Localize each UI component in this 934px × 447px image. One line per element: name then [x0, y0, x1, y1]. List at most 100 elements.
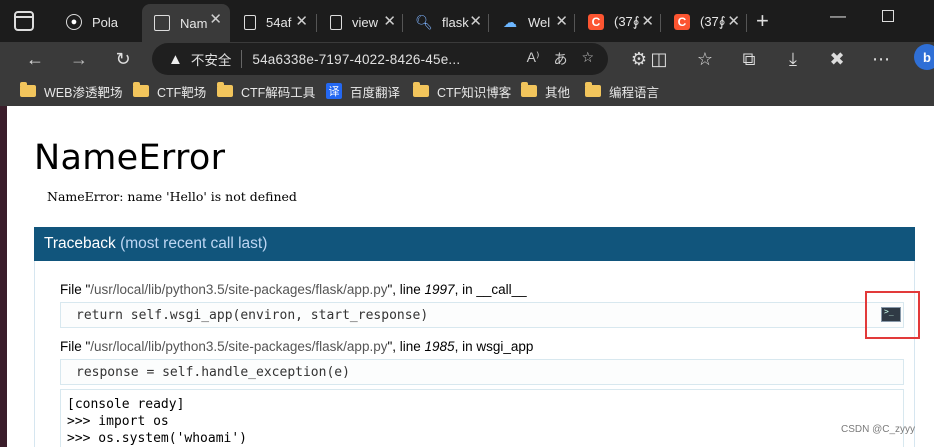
read-aloud-icon[interactable]: A⁾	[527, 49, 540, 69]
tab-0[interactable]: ● Pola	[54, 6, 140, 38]
close-icon[interactable]: ✕	[641, 12, 654, 30]
close-icon[interactable]: ✕	[295, 12, 308, 30]
forward-arrow-icon[interactable]: →	[66, 46, 92, 72]
more-menu-icon[interactable]: ⋯	[868, 46, 894, 72]
watermark: CSDN @C_zyyy	[841, 424, 916, 435]
tab-separator	[660, 14, 661, 32]
tab-label: (37∮	[614, 14, 640, 29]
tab-separator	[746, 14, 747, 32]
bookmark-label: WEB渗透靶场	[44, 85, 123, 100]
document-icon	[244, 14, 256, 30]
error-message: NameError: name 'Hello' is not defined	[47, 189, 297, 204]
frame-code-line[interactable]: response = self.handle_exception(e)	[60, 359, 904, 385]
bookmark-item[interactable]: CTF解码工具	[217, 81, 315, 101]
bookmark-item[interactable]: WEB渗透靶场	[20, 81, 122, 101]
tab-active[interactable]: Nam ✕	[142, 4, 230, 42]
bookmark-item[interactable]: 其他	[521, 81, 570, 101]
frame-function: __call__	[476, 282, 527, 297]
tab-separator	[574, 14, 575, 32]
traceback-header: Traceback (most recent call last)	[34, 227, 915, 261]
debug-console[interactable]: [console ready] >>> import os >>> os.sys…	[60, 389, 904, 447]
tab-3[interactable]: view ✕	[318, 6, 404, 38]
bookmark-label: CTF知识博客	[437, 85, 512, 100]
translate-icon: 译	[326, 83, 342, 99]
bookmark-item[interactable]: CTF靶场	[133, 81, 206, 101]
tab-label: Wel	[528, 14, 551, 30]
close-icon[interactable]: ✕	[383, 12, 396, 30]
warning-triangle-icon[interactable]: ▲	[168, 51, 183, 68]
collections-icon[interactable]: ⧉	[736, 46, 762, 72]
translate-icon[interactable]: あ	[553, 49, 567, 69]
frame-line-prefix: ", line	[387, 282, 425, 297]
frame-file-prefix: File "	[60, 282, 91, 297]
document-icon	[330, 14, 342, 30]
annotation-highlight-box	[865, 291, 920, 339]
page-content: NameError NameError: name 'Hello' is not…	[7, 106, 934, 447]
tab-label: flask	[442, 14, 469, 30]
frame-in-prefix: , in	[454, 339, 477, 354]
close-icon[interactable]: ✕	[727, 12, 740, 30]
bookmark-item[interactable]: 译 百度翻译	[326, 81, 400, 101]
folder-icon	[133, 82, 149, 97]
frame-file-prefix: File "	[60, 339, 91, 354]
bookmark-label: CTF靶场	[157, 85, 207, 100]
folder-icon	[20, 82, 36, 97]
close-icon[interactable]: ✕	[469, 12, 482, 30]
window-edge	[0, 106, 7, 447]
tab-6[interactable]: C (37∮ ✕	[576, 6, 662, 38]
tab-actions-icon[interactable]	[14, 11, 34, 31]
add-favorite-icon[interactable]: ☆	[581, 49, 594, 69]
bing-copilot-icon[interactable]: b	[914, 44, 934, 70]
folder-icon	[413, 82, 429, 97]
reload-icon[interactable]: ↻	[110, 46, 136, 72]
frame-in-prefix: , in	[454, 282, 477, 297]
security-label[interactable]: 不安全	[191, 49, 232, 69]
folder-icon	[521, 82, 537, 97]
tab-label: Nam	[180, 15, 208, 31]
bookmark-label: CTF解码工具	[241, 85, 316, 100]
tab-label: 54af	[266, 14, 292, 30]
tab-label: Pola	[92, 14, 119, 30]
csdn-icon: C	[674, 14, 690, 30]
browser-toolbar: ← → ↻ ▲ 不安全 54a6338e-7197-4022-8426-45e.…	[0, 42, 934, 76]
frame-function: wsgi_app	[476, 339, 534, 354]
frame-code-line[interactable]: return self.wsgi_app(environ, start_resp…	[60, 302, 904, 328]
tab-separator	[402, 14, 403, 32]
bookmark-label: 编程语言	[609, 85, 660, 100]
tab-7[interactable]: C (37∮ ✕	[662, 6, 748, 38]
tab-4[interactable]: 🔍︎ flask ✕	[404, 6, 490, 38]
tab-5[interactable]: ☁︎ Wel ✕	[490, 6, 576, 38]
split-screen-icon[interactable]: ◫	[646, 46, 672, 72]
close-icon[interactable]: ✕	[555, 12, 568, 30]
frame-path: /usr/local/lib/python3.5/site-packages/f…	[90, 339, 388, 354]
downloads-icon[interactable]: ⤓	[780, 46, 806, 72]
tab-2[interactable]: 54af ✕	[232, 6, 316, 38]
cloud-icon: ☁︎	[503, 13, 517, 30]
frame-path: /usr/local/lib/python3.5/site-packages/f…	[90, 282, 388, 297]
address-bar-icons: A⁾ あ ☆	[527, 49, 594, 69]
page-title: NameError	[34, 138, 226, 178]
bookmarks-bar: WEB渗透靶场 CTF靶场 CTF解码工具 译 百度翻译 CTF知识博客 其他 …	[0, 76, 934, 106]
folder-icon	[585, 82, 601, 97]
close-icon[interactable]: ✕	[209, 10, 222, 28]
frame-lineno: 1985	[424, 339, 455, 354]
bookmark-label: 百度翻译	[350, 85, 401, 100]
url-text[interactable]: 54a6338e-7197-4022-8426-45e...	[252, 52, 460, 67]
minimize-icon[interactable]: —	[830, 8, 846, 26]
console-line: >>> import os	[67, 414, 169, 429]
search-icon: 🔍︎	[415, 13, 433, 30]
frame-lineno: 1997	[424, 282, 455, 297]
favorites-icon[interactable]: ☆	[692, 46, 718, 72]
frame-header: File "/usr/local/lib/python3.5/site-pack…	[60, 282, 527, 297]
address-bar[interactable]: ▲ 不安全 54a6338e-7197-4022-8426-45e... A⁾ …	[152, 43, 608, 75]
bookmark-item[interactable]: 编程语言	[585, 81, 659, 101]
back-arrow-icon[interactable]: ←	[22, 46, 48, 72]
console-line: >>> os.system('whoami')	[67, 431, 248, 446]
new-tab-plus-icon[interactable]: +	[756, 8, 769, 34]
extension-x-icon[interactable]: ✖	[824, 46, 850, 72]
bookmark-label: 其他	[545, 85, 571, 100]
maximize-icon[interactable]	[882, 10, 894, 22]
bookmark-item[interactable]: CTF知识博客	[413, 81, 511, 101]
frame-line-prefix: ", line	[387, 339, 425, 354]
tab-separator	[316, 14, 317, 32]
